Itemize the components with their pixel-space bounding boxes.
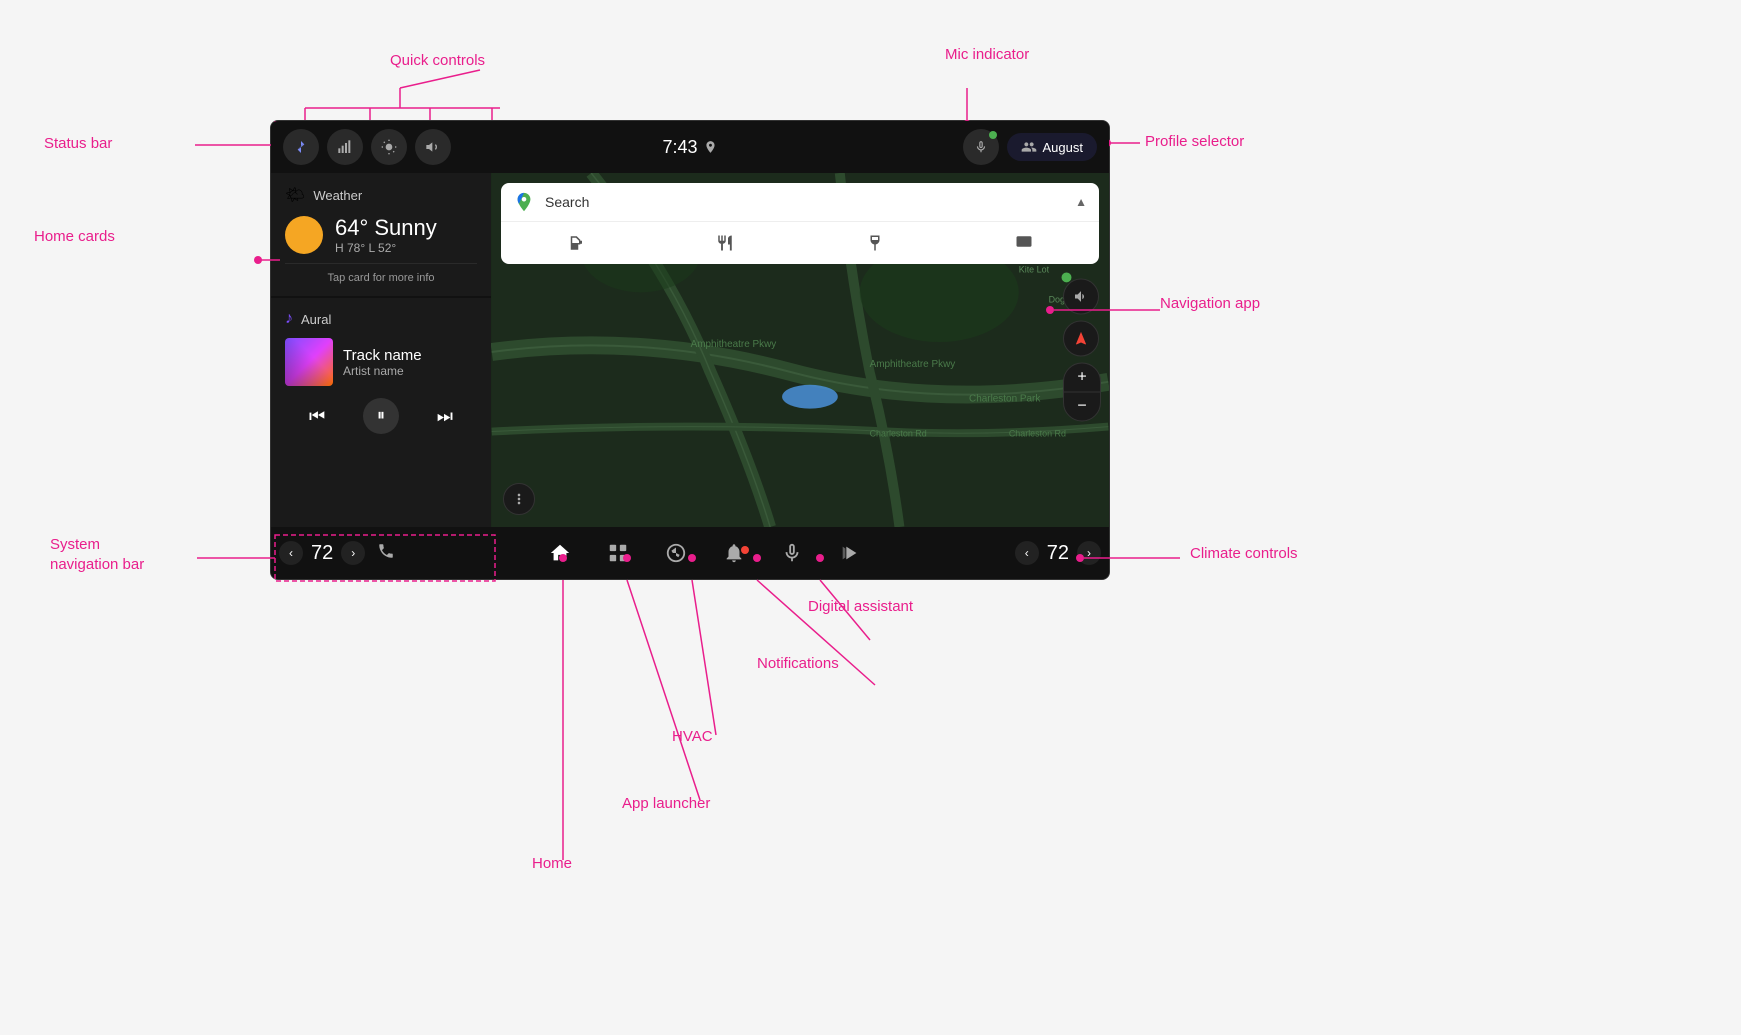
bottom-nav-bar: ‹ 72 › (271, 527, 1109, 579)
status-bar-left (283, 129, 451, 165)
climate-controls-label: Climate controls (1190, 545, 1298, 562)
weather-title: Weather (313, 188, 362, 203)
status-bar-label: Status bar (44, 135, 112, 152)
gas-station-shortcut[interactable] (501, 228, 651, 258)
location-icon (704, 140, 718, 154)
status-bar-right: August (963, 129, 1097, 165)
mic-button[interactable] (963, 129, 999, 165)
quick-controls-label: Quick controls (390, 52, 485, 69)
shopping-shortcut[interactable] (800, 228, 950, 258)
hvac-label: HVAC (672, 728, 713, 745)
navigation-map-button[interactable] (1063, 321, 1099, 357)
home-label: Home (532, 855, 572, 872)
music-header: ♪ Aural (285, 310, 477, 328)
track-info: Track name Artist name (285, 338, 477, 386)
weather-card[interactable]: 🌤 Weather 64° Sunny H 78° L 52° Tap card… (271, 173, 491, 296)
weather-main: 64° Sunny H 78° L 52° (285, 215, 477, 255)
pause-button[interactable]: ⏸ (363, 398, 399, 434)
notifications-button[interactable] (715, 542, 753, 564)
svg-text:Amphitheatre Pkwy: Amphitheatre Pkwy (691, 339, 777, 350)
restaurant-shortcut[interactable] (651, 228, 801, 258)
weather-temp: 64° Sunny (335, 215, 437, 241)
notification-dot (741, 546, 749, 554)
bluetooth-icon[interactable] (283, 129, 319, 165)
status-time: 7:43 (662, 137, 717, 158)
music-card[interactable]: ♪ Aural Track name Artist name ⏮ ⏸ ⏭ (271, 298, 491, 527)
map-settings-button[interactable] (503, 483, 535, 515)
status-bar: 7:43 August (271, 121, 1109, 173)
weather-range: H 78° L 52° (335, 241, 437, 255)
audio-button[interactable] (831, 542, 869, 564)
maps-logo (513, 191, 535, 213)
map-area[interactable]: Amphitheatre Pkwy Amphitheatre Pkwy Char… (491, 173, 1109, 527)
app-launcher-label: App launcher (622, 795, 710, 812)
nav-center (541, 542, 869, 564)
digital-assistant-label: Digital assistant (808, 598, 913, 615)
climate-increase-left[interactable]: › (341, 541, 365, 565)
home-nav-button[interactable] (541, 542, 579, 564)
profile-selector-btn[interactable]: August (1007, 133, 1097, 161)
search-bar[interactable]: Search ▲ (501, 183, 1099, 264)
zoom-out-button[interactable]: − (1064, 393, 1100, 421)
zoom-controls: + − (1063, 363, 1101, 422)
search-input-label: Search (545, 194, 1065, 210)
climate-decrease-right[interactable]: ‹ (1015, 541, 1039, 565)
search-shortcuts (501, 221, 1099, 264)
music-app-icon: ♪ (285, 310, 293, 328)
home-cards-label: Home cards (34, 228, 115, 245)
navigation-app-label: Navigation app (1160, 295, 1260, 312)
zoom-in-button[interactable]: + (1064, 364, 1100, 392)
svg-text:Kite Lot: Kite Lot (1019, 264, 1050, 274)
time-display: 7:43 (662, 137, 697, 158)
digital-assistant-button[interactable] (773, 542, 811, 564)
phone-button[interactable] (369, 542, 403, 565)
volume-map-button[interactable] (1063, 279, 1099, 315)
notifications-label: Notifications (757, 655, 839, 672)
signal-icon[interactable] (327, 129, 363, 165)
sun-circle (285, 216, 323, 254)
climate-temp-right: 72 (1043, 542, 1073, 565)
track-text: Track name Artist name (343, 347, 422, 378)
music-controls: ⏮ ⏸ ⏭ (285, 398, 477, 434)
climate-decrease-left[interactable]: ‹ (279, 541, 303, 565)
svg-text:Charleston Rd: Charleston Rd (1009, 429, 1066, 439)
weather-header: 🌤 Weather (285, 185, 477, 205)
main-content: 🌤 Weather 64° Sunny H 78° L 52° Tap card… (271, 173, 1109, 527)
climate-left: ‹ 72 › (271, 541, 411, 565)
profile-selector-label: Profile selector (1145, 133, 1244, 150)
brightness-icon[interactable] (371, 129, 407, 165)
volume-icon[interactable] (415, 129, 451, 165)
climate-right: ‹ 72 › (999, 541, 1109, 565)
track-name-label: Track name (343, 347, 422, 364)
car-screen: 7:43 August 🌤 (270, 120, 1110, 580)
prev-track-button[interactable]: ⏮ (305, 402, 329, 431)
climate-temp-left: 72 (307, 542, 337, 565)
left-panel: 🌤 Weather 64° Sunny H 78° L 52° Tap card… (271, 173, 491, 527)
next-track-button[interactable]: ⏭ (433, 402, 457, 431)
svg-text:Charleston Rd: Charleston Rd (870, 429, 927, 439)
hvac-button[interactable] (657, 542, 695, 564)
diagram-container: 7:43 August 🌤 (0, 0, 1741, 1035)
mic-indicator-label: Mic indicator (945, 46, 1029, 63)
search-chevron-icon: ▲ (1075, 195, 1087, 209)
monitor-shortcut[interactable] (950, 228, 1100, 258)
album-art (285, 338, 333, 386)
music-app-name: Aural (301, 312, 331, 327)
profile-name: August (1043, 140, 1083, 155)
profile-icon (1021, 139, 1037, 155)
climate-increase-right[interactable]: › (1077, 541, 1101, 565)
weather-tap-hint: Tap card for more info (285, 263, 477, 284)
system-nav-label: Systemnavigation bar (50, 535, 144, 574)
app-launcher-button[interactable] (599, 542, 637, 564)
mic-active-dot (989, 131, 997, 139)
svg-text:Charleston Park: Charleston Park (969, 394, 1040, 405)
weather-sun-icon: 🌤 (285, 185, 305, 205)
svg-text:Amphitheatre Pkwy: Amphitheatre Pkwy (870, 359, 956, 370)
search-top[interactable]: Search ▲ (501, 183, 1099, 221)
artist-name-label: Artist name (343, 364, 422, 378)
map-right-buttons: + − (1063, 279, 1101, 422)
